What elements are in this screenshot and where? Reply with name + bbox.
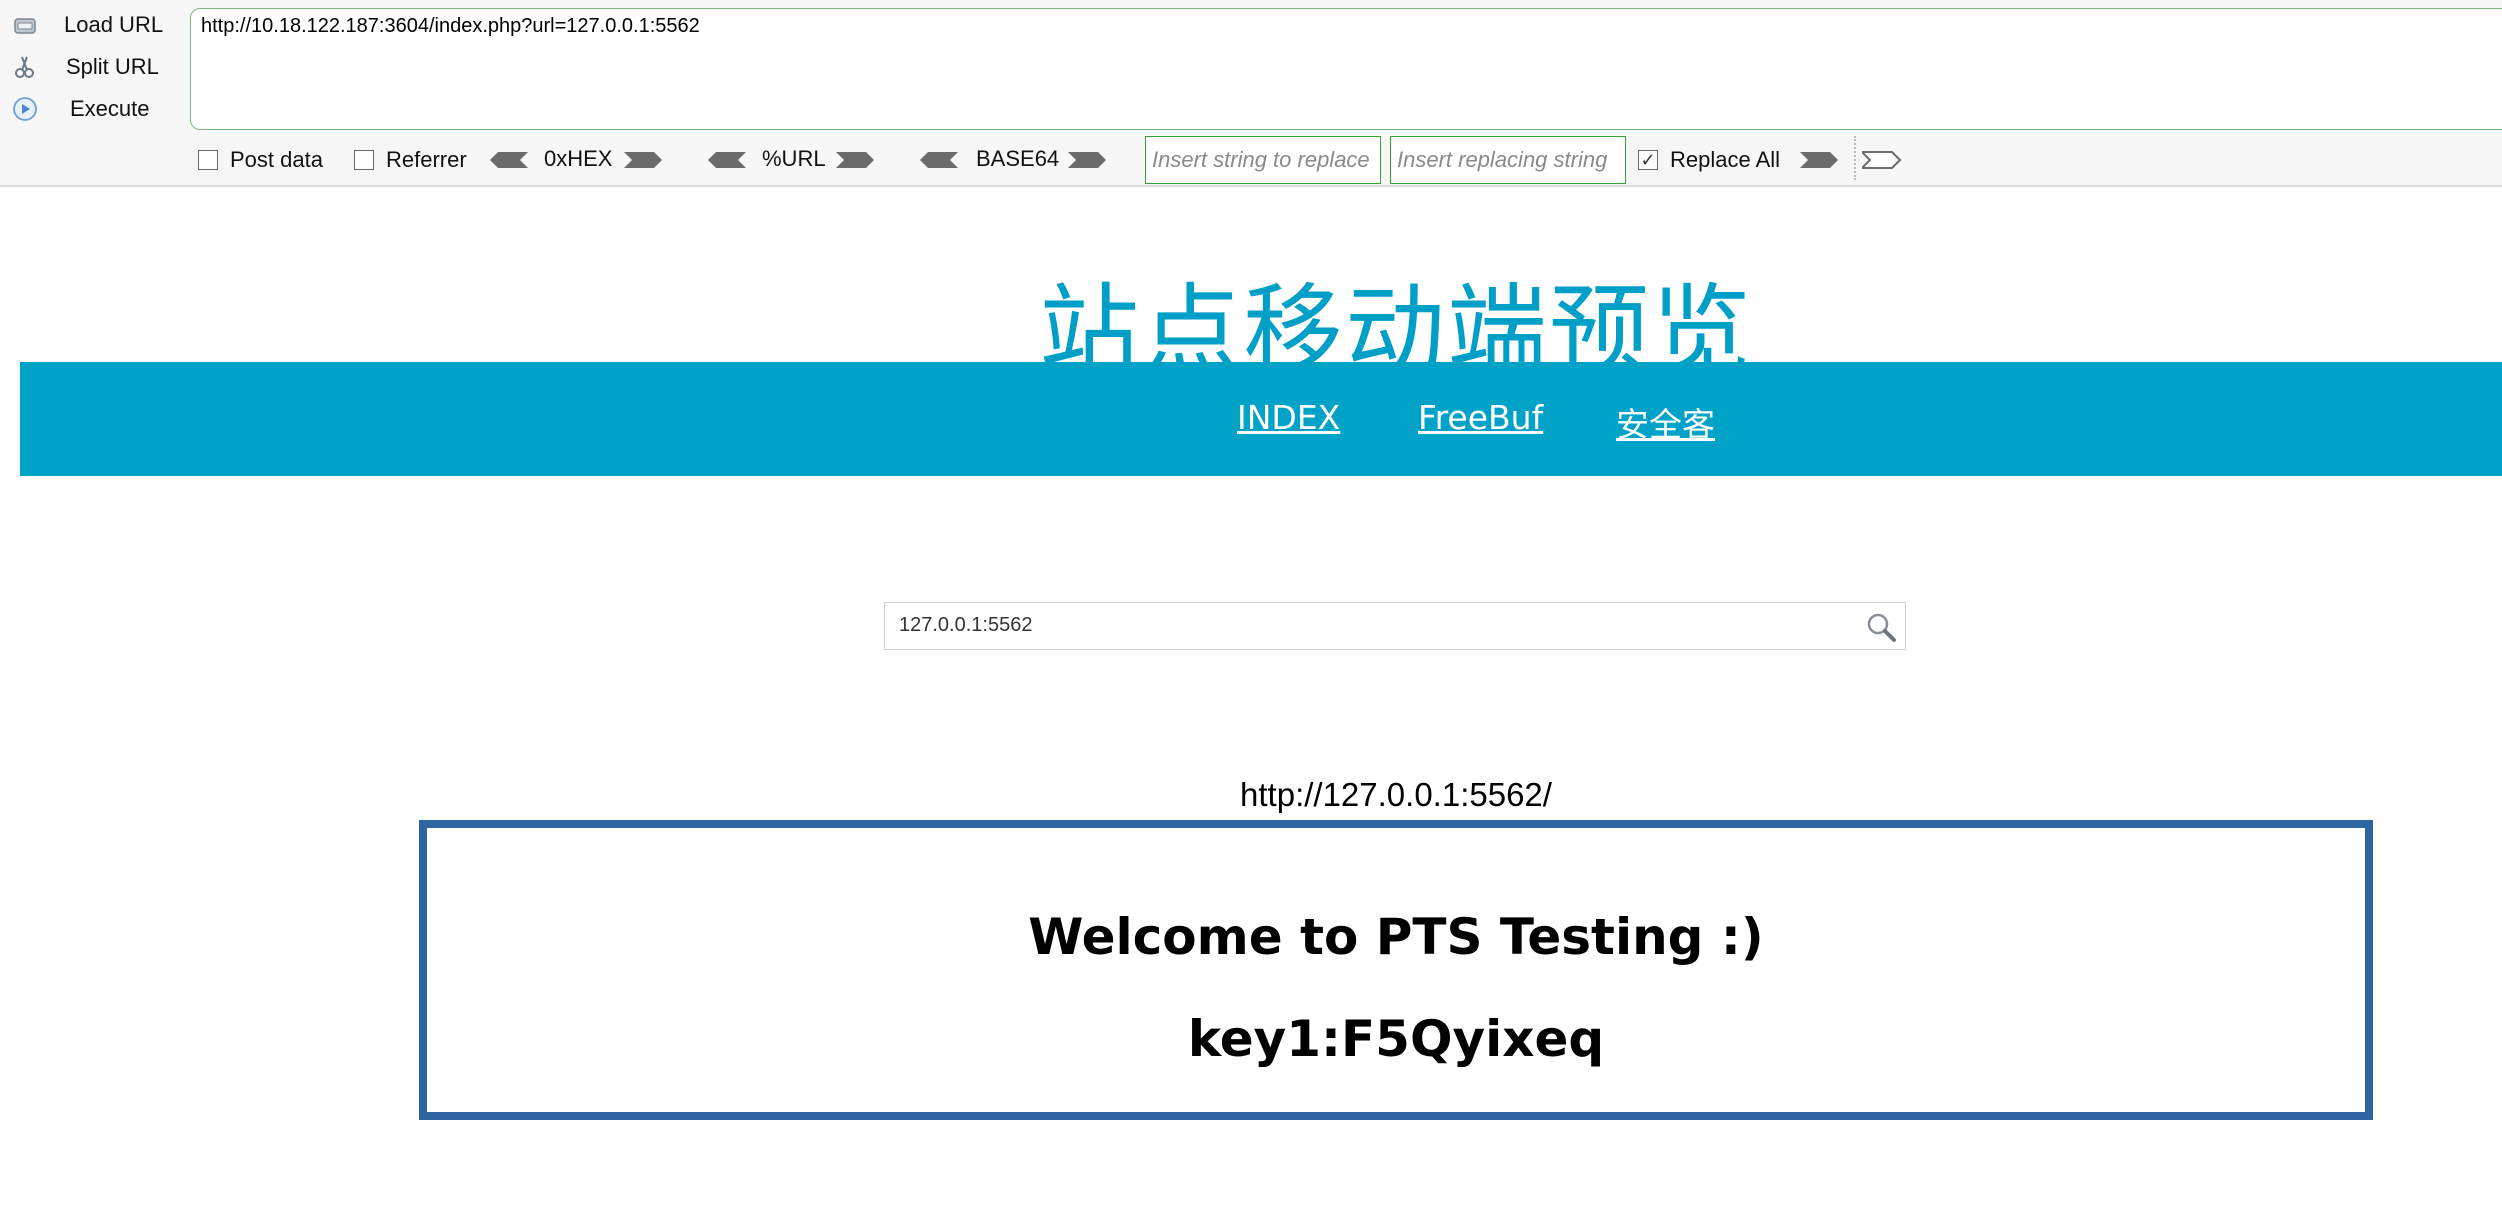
post-data-label: Post data: [230, 147, 323, 172]
replace-string-input[interactable]: [1145, 136, 1381, 184]
nav-bar: INDEX FreeBuf 安全客: [20, 362, 2502, 476]
referrer-label: Referrer: [386, 147, 467, 172]
post-data-toggle[interactable]: Post data: [198, 146, 323, 174]
search-icon[interactable]: [1865, 611, 1897, 643]
load-url-button[interactable]: Load URL: [0, 4, 180, 44]
hex-label: 0xHEX: [544, 146, 613, 171]
replace-all-checkbox[interactable]: ✓: [1638, 150, 1658, 170]
hex-encode-arrow-icon[interactable]: [624, 150, 664, 170]
replace-all-toggle[interactable]: ✓ Replace All: [1638, 146, 1780, 174]
key-text: key1:F5Qyixeq: [1187, 1010, 1605, 1068]
url-input[interactable]: http://10.18.122.187:3604/index.php?url=…: [190, 8, 2502, 130]
url-encode-arrow-icon[interactable]: [836, 150, 876, 170]
split-url-button[interactable]: Split URL: [0, 46, 180, 86]
base64-label: BASE64: [976, 146, 1060, 171]
nav-link-freebuf[interactable]: FreeBuf: [1418, 398, 1543, 437]
url-decode-arrow-icon[interactable]: [706, 150, 746, 170]
base64-decode-arrow-icon[interactable]: [918, 150, 958, 170]
replace-all-label: Replace All: [1670, 147, 1781, 172]
replace-forward-arrow-icon[interactable]: [1800, 150, 1840, 170]
search-input[interactable]: [885, 603, 1845, 648]
result-url: http://127.0.0.1:5562/: [1240, 776, 1552, 813]
nav-link-index[interactable]: INDEX: [1237, 398, 1340, 437]
referrer-checkbox[interactable]: [354, 150, 374, 170]
base64-encode-arrow-icon[interactable]: [1068, 150, 1108, 170]
execute-button[interactable]: Execute: [0, 88, 180, 128]
referrer-toggle[interactable]: Referrer: [354, 146, 467, 174]
split-url-label: Split URL: [66, 54, 159, 79]
load-url-icon: [14, 18, 36, 34]
play-icon: [13, 97, 37, 121]
load-url-label: Load URL: [64, 12, 164, 37]
execute-label: Execute: [70, 96, 150, 121]
post-data-checkbox[interactable]: [198, 150, 218, 170]
replace-apply-arrow-icon[interactable]: [1862, 150, 1902, 170]
search-box: [884, 602, 1906, 650]
toolbar-divider: [1854, 136, 1856, 180]
url-encode-label: %URL: [762, 146, 826, 171]
replacing-string-input[interactable]: [1390, 136, 1626, 184]
nav-link-anquanke[interactable]: 安全客: [1616, 398, 1715, 446]
scissors-icon: [15, 56, 34, 78]
hex-decode-arrow-icon[interactable]: [488, 150, 528, 170]
welcome-heading: Welcome to PTS Testing :): [1028, 908, 1764, 966]
result-frame: Welcome to PTS Testing :) key1:F5Qyixeq: [419, 820, 2373, 1120]
hackbar-toolbar: Load URL Split URL Execute http://10.18.…: [0, 0, 2502, 187]
